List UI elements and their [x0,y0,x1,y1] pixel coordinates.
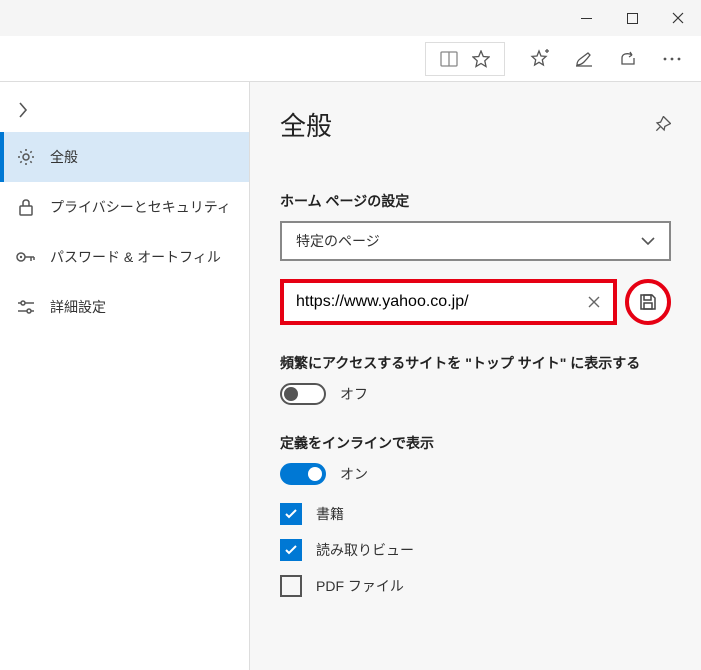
maximize-button[interactable] [609,2,655,34]
reading-view-icon[interactable] [440,51,458,67]
homepage-url-field-highlight [280,279,617,325]
save-icon [639,293,657,311]
inline-def-toggle[interactable] [280,463,326,485]
pdf-checkbox[interactable] [280,575,302,597]
chevron-right-icon [18,102,28,118]
inline-def-section-label: 定義をインラインで表示 [280,433,671,453]
maximize-icon [627,13,638,24]
sidebar-item-privacy[interactable]: プライバシーとセキュリティ [0,182,249,232]
sidebar-item-label: 全般 [50,147,78,167]
window-titlebar [0,0,701,36]
inline-def-toggle-state: オン [340,464,368,484]
clear-url-button[interactable] [577,285,611,319]
pin-button[interactable] [653,116,671,134]
back-button[interactable] [0,88,249,132]
pdf-checkbox-label: PDF ファイル [316,576,404,596]
dropdown-value: 特定のページ [296,231,380,251]
browser-toolbar [0,36,701,82]
gear-icon [16,147,36,167]
more-button[interactable] [651,39,693,79]
sidebar-item-label: プライバシーとセキュリティ [50,197,231,217]
reading-view-checkbox-label: 読み取りビュー [316,540,414,560]
close-window-button[interactable] [655,2,701,34]
sidebar-item-advanced[interactable]: 詳細設定 [0,282,249,332]
homepage-url-input[interactable] [286,285,577,319]
notes-button[interactable] [563,39,605,79]
save-url-button-highlight [625,279,671,325]
pen-icon [574,49,594,69]
books-checkbox-label: 書籍 [316,504,344,524]
topsites-toggle-state: オフ [340,384,368,404]
reading-view-checkbox[interactable] [280,539,302,561]
pin-icon [653,116,671,134]
sidebar-item-passwords[interactable]: パスワード & オートフィル [0,232,249,282]
more-icon [663,57,681,61]
topsites-toggle[interactable] [280,383,326,405]
homepage-section-label: ホーム ページの設定 [280,191,671,211]
close-icon [588,296,600,308]
share-icon [618,49,638,69]
sidebar-item-label: パスワード & オートフィル [50,247,221,267]
save-url-button[interactable] [639,293,657,311]
settings-content: 全般 ホーム ページの設定 特定のページ 頻繁に [250,82,701,670]
topsites-section-label: 頻繁にアクセスするサイトを "トップ サイト" に表示する [280,353,671,373]
add-favorite-button[interactable] [519,39,561,79]
minimize-button[interactable] [563,2,609,34]
share-button[interactable] [607,39,649,79]
close-icon [672,12,684,24]
sidebar-item-general[interactable]: 全般 [0,132,249,182]
lock-icon [16,197,36,217]
favorite-star-icon[interactable] [472,50,490,68]
sliders-icon [16,297,36,317]
minimize-icon [581,18,592,19]
page-title: 全般 [280,106,332,143]
homepage-dropdown[interactable]: 特定のページ [280,221,671,261]
chevron-down-icon [641,237,655,245]
key-icon [16,247,36,267]
books-checkbox[interactable] [280,503,302,525]
settings-sidebar: 全般 プライバシーとセキュリティ パスワード & オートフィル 詳細設定 [0,82,250,670]
address-bar-actions [425,42,505,76]
star-plus-icon [530,49,550,69]
sidebar-item-label: 詳細設定 [50,297,106,317]
